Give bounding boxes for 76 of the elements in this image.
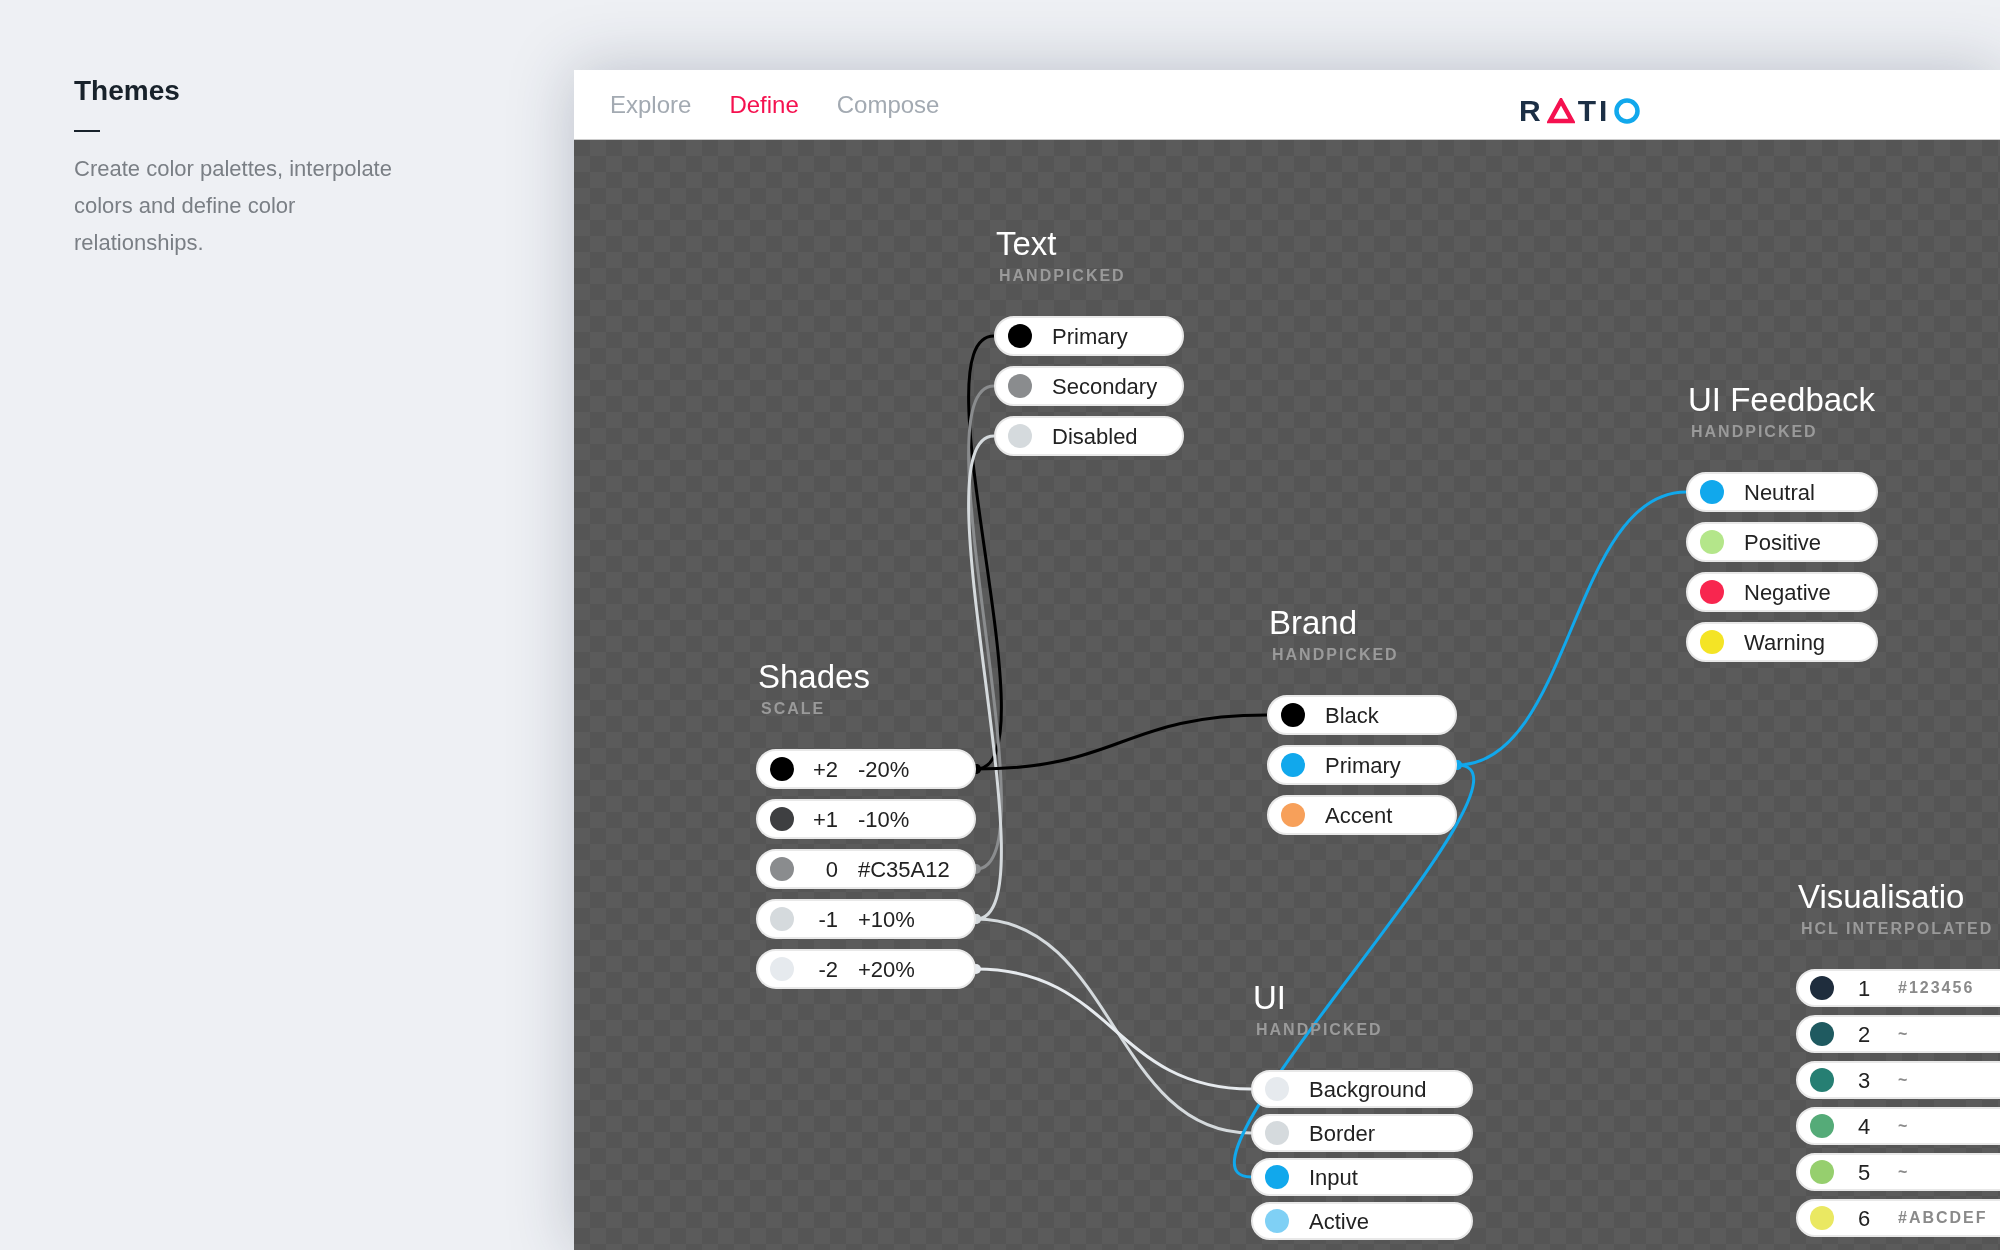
group-subtitle: HANDPICKED bbox=[999, 266, 1126, 286]
step-label: 0 bbox=[824, 855, 838, 884]
swatch-label: Background bbox=[1309, 1075, 1427, 1104]
swatch-pill[interactable]: Black bbox=[1267, 695, 1457, 735]
step-value: -20% bbox=[858, 755, 910, 784]
group-subtitle: SCALE bbox=[761, 699, 827, 719]
swatch-pill[interactable]: Border bbox=[1251, 1114, 1473, 1152]
swatch-pill[interactable]: Neutral bbox=[1686, 472, 1878, 512]
swatch-label: Primary bbox=[1325, 751, 1401, 780]
step-label: +1 bbox=[811, 805, 838, 834]
swatch-pill[interactable]: +1 -10% bbox=[756, 799, 976, 839]
group-title: Brand bbox=[1269, 603, 1359, 643]
swatch-label: Primary bbox=[1052, 322, 1128, 351]
color-code: ~ bbox=[1898, 1024, 1910, 1044]
swatch-pill[interactable]: 3 ~ bbox=[1796, 1061, 2000, 1099]
group-subtitle: HANDPICKED bbox=[1272, 645, 1399, 665]
group-title: UI Feedback bbox=[1688, 380, 1876, 420]
swatch-pill[interactable]: Background bbox=[1251, 1070, 1473, 1108]
color-code: #ABCDEF bbox=[1898, 1208, 1988, 1228]
group-subtitle: HCL INTERPOLATED bbox=[1801, 919, 1994, 939]
swatch-label: Warning bbox=[1744, 628, 1826, 657]
swatch-pill[interactable]: -2 +20% bbox=[756, 949, 976, 989]
swatch-label: Neutral bbox=[1744, 478, 1815, 507]
swatch-pill[interactable]: 0 #C35A12 bbox=[756, 849, 976, 889]
nav-tab[interactable]: Define bbox=[729, 86, 799, 123]
section-description: Create color palettes, interpolate colors and define color relationships. bbox=[74, 155, 393, 257]
swatch-pill[interactable]: Accent bbox=[1267, 795, 1457, 835]
swatch-pill[interactable]: Negative bbox=[1686, 572, 1878, 612]
swatch-label: Input bbox=[1309, 1163, 1358, 1192]
step-label: 4 bbox=[1858, 1112, 1872, 1141]
group-title: UI bbox=[1253, 978, 1287, 1018]
swatch-label: Positive bbox=[1744, 528, 1822, 557]
step-value: +10% bbox=[858, 905, 915, 934]
step-label: 6 bbox=[1858, 1204, 1872, 1233]
group-title: Visualisatio bbox=[1798, 877, 1966, 917]
step-label: 5 bbox=[1858, 1158, 1872, 1187]
group-subtitle: HANDPICKED bbox=[1691, 422, 1819, 442]
step-value: #C35A12 bbox=[858, 855, 950, 884]
step-label: -1 bbox=[817, 905, 838, 934]
group-title: Text bbox=[996, 224, 1058, 264]
color-code: ~ bbox=[1898, 1162, 1910, 1182]
swatch-label: Disabled bbox=[1052, 422, 1138, 451]
swatch-label: Black bbox=[1325, 701, 1379, 730]
group-title: Shades bbox=[758, 657, 870, 697]
swatch-label: Border bbox=[1309, 1119, 1376, 1148]
color-code: ~ bbox=[1898, 1116, 1910, 1136]
swatch-label: Active bbox=[1309, 1207, 1369, 1236]
step-label: -2 bbox=[817, 955, 838, 984]
swatch-pill[interactable]: Positive bbox=[1686, 522, 1878, 562]
swatch-pill[interactable]: +2 -20% bbox=[756, 749, 976, 789]
color-code: ~ bbox=[1898, 1070, 1910, 1090]
color-code: #123456 bbox=[1898, 978, 1975, 998]
step-label: 1 bbox=[1858, 974, 1872, 1003]
ratio-logo: R TI bbox=[1519, 88, 1642, 133]
section-title: Themes bbox=[74, 74, 181, 108]
step-label: 2 bbox=[1858, 1020, 1872, 1049]
swatch-pill[interactable]: Secondary bbox=[994, 366, 1184, 406]
swatch-pill[interactable]: 5 ~ bbox=[1796, 1153, 2000, 1191]
step-value: -10% bbox=[858, 805, 910, 834]
step-label: 3 bbox=[1858, 1066, 1872, 1095]
swatch-pill[interactable]: Warning bbox=[1686, 622, 1878, 662]
swatch-pill[interactable]: -1 +10% bbox=[756, 899, 976, 939]
swatch-pill[interactable]: Disabled bbox=[994, 416, 1184, 456]
swatch-label: Accent bbox=[1325, 801, 1393, 830]
swatch-pill[interactable]: 2 ~ bbox=[1796, 1015, 2000, 1053]
step-label: +2 bbox=[811, 755, 838, 784]
swatch-label: Negative bbox=[1744, 578, 1831, 607]
swatch-pill[interactable]: Active bbox=[1251, 1202, 1473, 1240]
step-value: +20% bbox=[858, 955, 915, 984]
swatch-pill[interactable]: 6 #ABCDEF bbox=[1796, 1199, 2000, 1237]
swatch-label: Secondary bbox=[1052, 372, 1158, 401]
swatch-pill[interactable]: 4 ~ bbox=[1796, 1107, 2000, 1145]
swatch-pill[interactable]: Primary bbox=[994, 316, 1184, 356]
swatch-pill[interactable]: Primary bbox=[1267, 745, 1457, 785]
swatch-pill[interactable]: Input bbox=[1251, 1158, 1473, 1196]
swatch-pill[interactable]: 1 #123456 bbox=[1796, 969, 2000, 1007]
